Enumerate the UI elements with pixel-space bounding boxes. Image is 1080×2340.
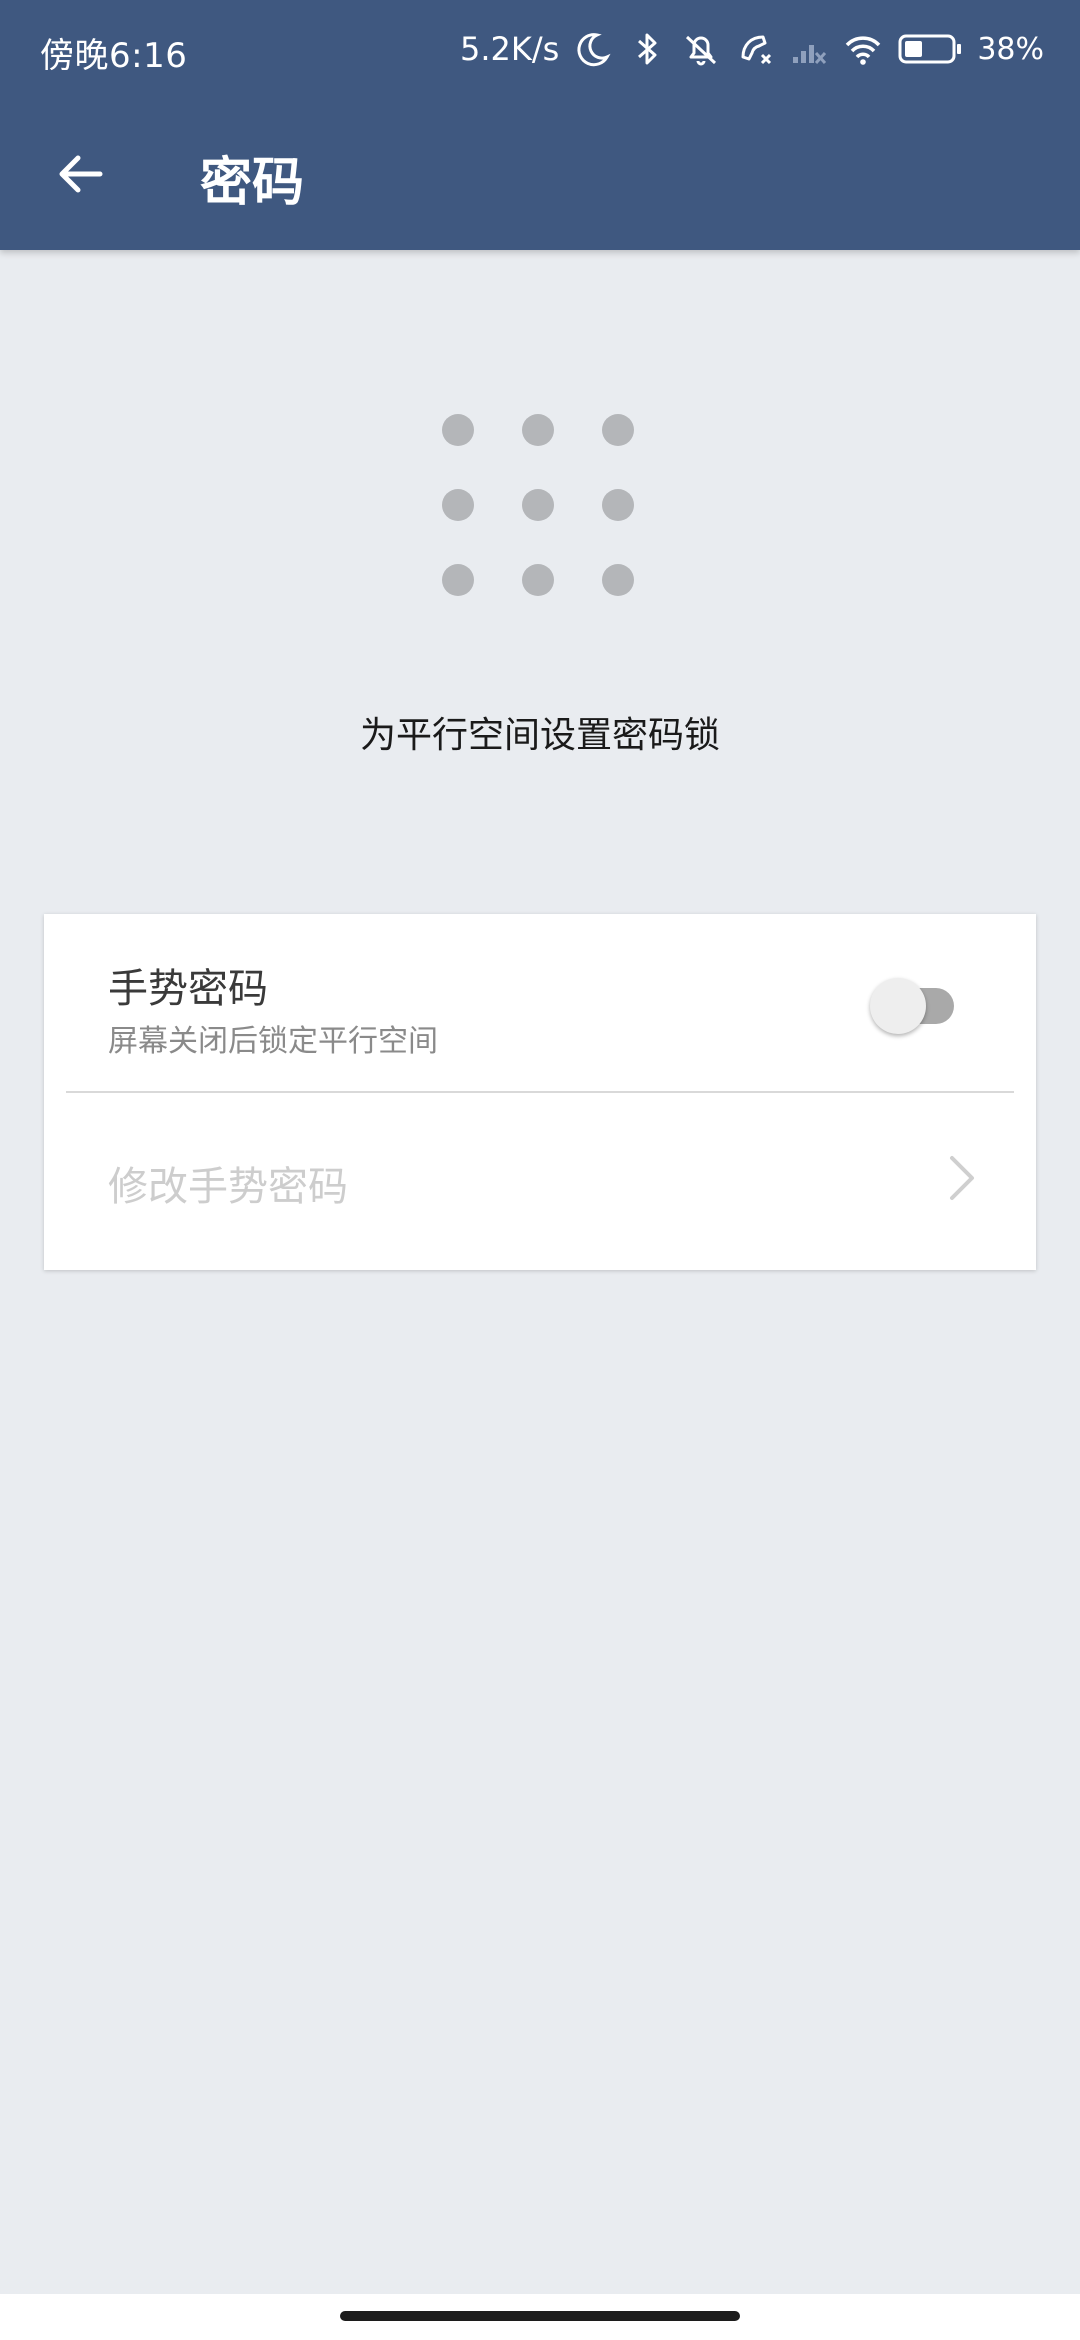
modify-gesture-password-label: 修改手势密码 (108, 1164, 348, 1210)
arrow-left-icon (59, 155, 103, 193)
status-time: 傍晚6:16 (40, 36, 188, 76)
pattern-dot (602, 414, 634, 446)
call-off-icon (741, 35, 772, 65)
gesture-password-toggle[interactable] (864, 974, 964, 1034)
settings-card: 手势密码 屏幕关闭后锁定平行空间 修改手势密码 (44, 914, 1036, 1270)
pattern-lock-graphic (420, 400, 660, 600)
gesture-password-subtitle: 屏幕关闭后锁定平行空间 (108, 1024, 438, 1059)
wifi-icon (846, 36, 881, 65)
net-speed: 5.2K/s (459, 30, 560, 68)
gesture-password-row[interactable]: 手势密码 屏幕关闭后锁定平行空间 (44, 914, 1036, 1092)
status-icons: 5.2K/s 38% (460, 24, 1044, 74)
pattern-dot (442, 414, 474, 446)
bell-off-icon (686, 35, 717, 66)
pattern-dot (442, 489, 474, 521)
app-bar: 密码 (0, 110, 1080, 240)
pattern-dot (442, 564, 474, 596)
bluetooth-icon (638, 33, 657, 65)
back-button[interactable] (40, 134, 120, 214)
pattern-dot (602, 489, 634, 521)
status-bar: 傍晚6:16 5.2K/s 38% (0, 0, 1080, 100)
battery-percent: 38% (977, 31, 1044, 67)
home-indicator[interactable] (340, 2311, 740, 2321)
pattern-dot (522, 414, 554, 446)
divider (66, 1091, 1014, 1093)
page-title: 密码 (200, 153, 305, 213)
pattern-dot (522, 564, 554, 596)
lock-subtitle: 为平行空间设置密码锁 (359, 715, 720, 756)
battery-icon (898, 34, 962, 64)
pattern-dot (602, 564, 634, 596)
gesture-password-title: 手势密码 (108, 966, 268, 1012)
toggle-thumb (870, 978, 926, 1034)
chevron-right-icon (950, 1156, 974, 1200)
top-bar: 傍晚6:16 5.2K/s 38% 密码 (0, 0, 1080, 250)
pattern-dot (522, 489, 554, 521)
signal-off-icon (793, 45, 827, 65)
moon-icon (577, 33, 611, 67)
modify-gesture-password-row[interactable]: 修改手势密码 (44, 1094, 1036, 1270)
